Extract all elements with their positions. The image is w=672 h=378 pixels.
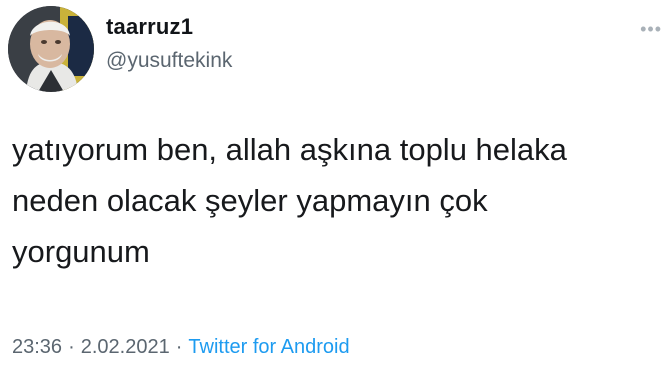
avatar-photo [8, 6, 94, 92]
user-handle[interactable]: @yusuftekink [106, 48, 232, 74]
tweet-text: yatıyorum ben, allah aşkına toplu helaka… [12, 124, 662, 277]
tweet-card: taarruz1 @yusuftekink ••• yatıyorum ben,… [0, 0, 672, 378]
more-options-icon[interactable]: ••• [640, 20, 662, 38]
tweet-text-line: yorgunum [12, 234, 150, 269]
meta-separator: · [68, 336, 75, 358]
tweet-time[interactable]: 23:36 [12, 336, 62, 358]
meta-separator: · [175, 336, 183, 358]
tweet-metadata: 23:36 · 2.02.2021 · Twitter for Android [12, 334, 350, 360]
tweet-text-line: neden olacak şeyler yapmayın çok [12, 183, 488, 218]
tweet-text-line: yatıyorum ben, allah aşkına toplu helaka [12, 132, 567, 167]
tweet-source-link[interactable]: Twitter for Android [188, 336, 349, 358]
avatar[interactable] [8, 6, 94, 92]
user-info: taarruz1 @yusuftekink [106, 14, 232, 74]
tweet-date[interactable]: 2.02.2021 [81, 336, 170, 358]
display-name[interactable]: taarruz1 [106, 14, 232, 40]
